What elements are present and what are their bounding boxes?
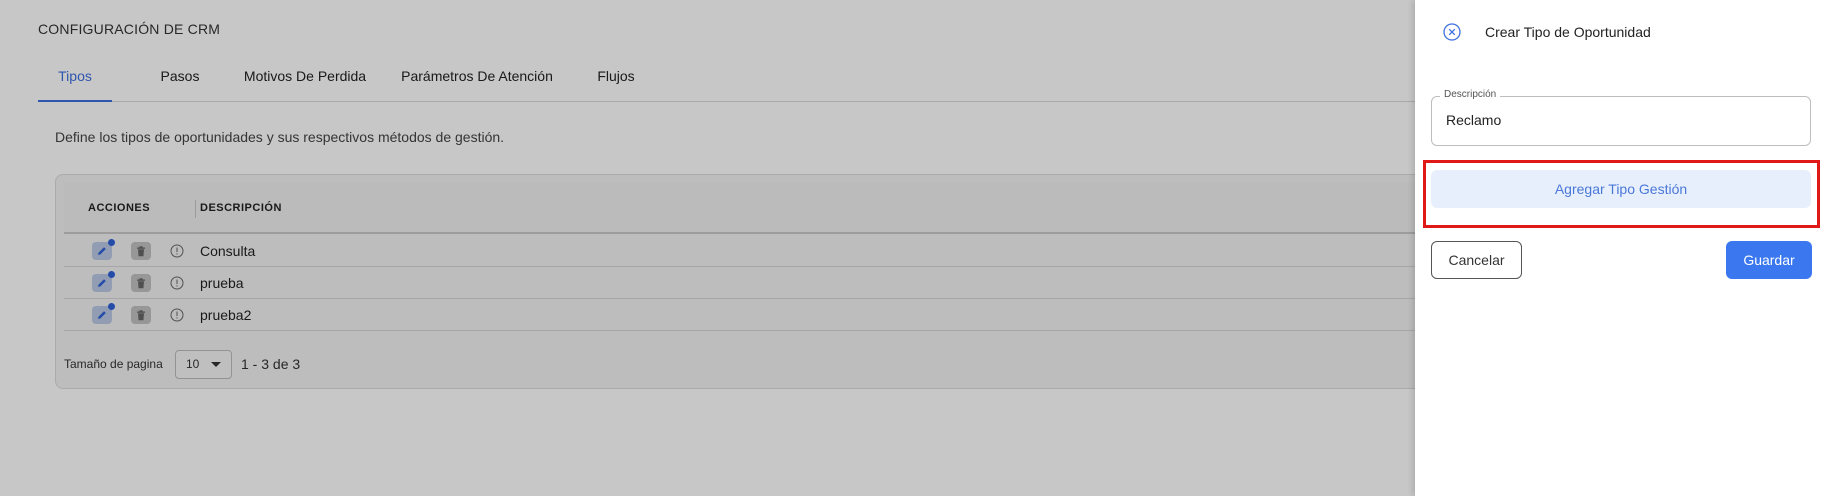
create-opportunity-drawer: Crear Tipo de Oportunidad Descripción Ag… [1415, 0, 1825, 496]
cancel-button[interactable]: Cancelar [1431, 241, 1522, 279]
add-management-type-button[interactable]: Agregar Tipo Gestión [1431, 170, 1811, 208]
description-label: Descripción [1440, 89, 1501, 100]
description-input[interactable] [1446, 112, 1796, 128]
drawer-title: Crear Tipo de Oportunidad [1485, 24, 1651, 40]
save-button[interactable]: Guardar [1726, 241, 1812, 279]
description-field: Descripción [1431, 89, 1811, 146]
close-icon[interactable] [1443, 23, 1461, 41]
modal-backdrop[interactable] [0, 0, 1415, 496]
